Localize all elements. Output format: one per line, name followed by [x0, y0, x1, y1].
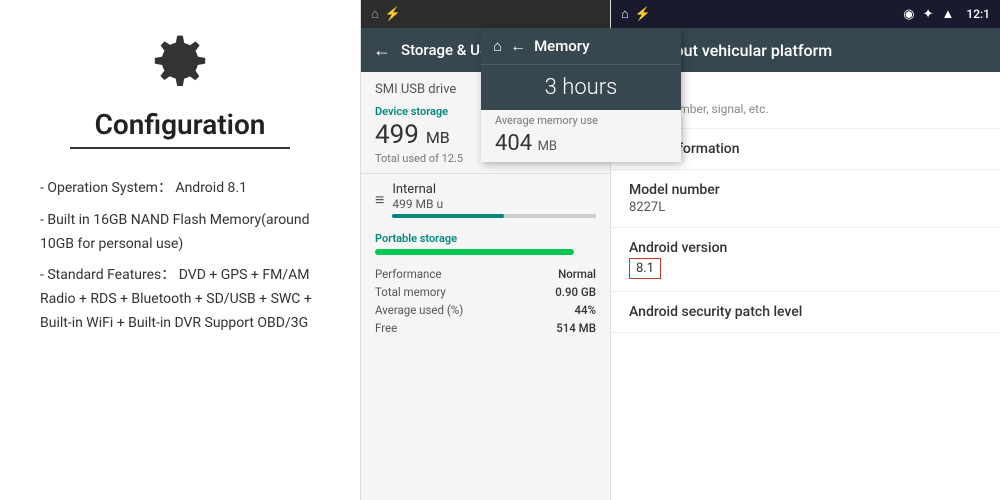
config-icon-area: Configuration	[40, 30, 320, 167]
portable-bar	[375, 249, 574, 255]
portable-label: Portable storage	[375, 232, 596, 245]
android-version-value: 8.1	[629, 258, 661, 279]
progress-bar-wrap	[392, 214, 596, 218]
about-model-value: 8227L	[629, 200, 982, 215]
about-title: About vehicular platform	[655, 41, 832, 60]
right-header-icons: ◉ ✦ ▲	[903, 6, 954, 22]
about-status-subtitle: Phone number, signal, etc.	[629, 102, 982, 116]
memory-title: Memory	[534, 37, 590, 55]
stats-table: Performance Normal Total memory 0.90 GB …	[361, 259, 610, 343]
about-android-version-title: Android version	[629, 240, 982, 256]
status-time: 12:1	[966, 7, 990, 21]
config-divider	[70, 147, 290, 149]
stat-row-2: Average used (%) 44%	[375, 301, 596, 319]
internal-name: Internal	[392, 182, 596, 197]
internal-size: 499 MB u	[392, 197, 596, 211]
memory-avg-number: 404	[495, 131, 532, 156]
spec-item-2: - Standard Features： DVD + GPS + FM/AM R…	[40, 264, 320, 335]
about-item-android-version[interactable]: Android version 8.1	[611, 228, 1000, 292]
statusbar-left-icons: ⌂ ⚡	[621, 6, 897, 22]
memory-back-arrow[interactable]: ←	[510, 36, 526, 56]
storage-unit: MB	[426, 128, 450, 147]
statusbar-mid: ⌂ ⚡	[361, 0, 610, 28]
stat-row-1: Total memory 0.90 GB	[375, 283, 596, 301]
memory-avg-value: 404 MB	[481, 129, 681, 162]
stat-row-0: Performance Normal	[375, 265, 596, 283]
memory-header: ⌂ ← Memory	[481, 28, 681, 65]
storage-back-arrow[interactable]: ←	[373, 40, 391, 61]
about-legal-title: Legal information	[629, 141, 982, 157]
stat-value-2: 44%	[574, 303, 596, 317]
about-status-title: Status	[629, 84, 982, 100]
gear-icon	[145, 30, 215, 100]
config-list: - Operation System： Android 8.1 - Built …	[40, 177, 320, 344]
portable-section: Portable storage	[361, 226, 610, 259]
storage-mb: 499	[375, 120, 419, 150]
stat-label-0: Performance	[375, 267, 442, 281]
location-icon: ◉	[903, 7, 914, 22]
stat-value-0: Normal	[558, 267, 596, 281]
internal-details: Internal 499 MB u	[392, 182, 596, 218]
storage-list-icon: ≡	[375, 190, 384, 210]
usb-status-icon: ⚡	[635, 7, 651, 22]
stat-label-3: Free	[375, 321, 397, 335]
home-icon: ⌂	[371, 6, 379, 22]
about-security-title: Android security patch level	[629, 304, 982, 320]
memory-overlay-panel: ⌂ ← Memory 3 hours Average memory use 40…	[481, 28, 681, 162]
about-item-security[interactable]: Android security patch level	[611, 292, 1000, 333]
home-status-icon: ⌂	[621, 6, 629, 22]
bluetooth-icon: ✦	[923, 7, 934, 22]
usb-icon: ⚡	[385, 7, 401, 22]
home-outline-icon: ⌂	[493, 37, 502, 55]
stat-value-1: 0.90 GB	[555, 285, 596, 299]
memory-avg-unit: MB	[538, 139, 557, 154]
internal-row: ≡ Internal 499 MB u	[361, 173, 610, 226]
config-title: Configuration	[95, 108, 266, 141]
about-item-model[interactable]: Model number 8227L	[611, 170, 1000, 228]
about-model-title: Model number	[629, 182, 982, 198]
stat-label-1: Total memory	[375, 285, 446, 299]
spec-item-1: - Built in 16GB NAND Flash Memory(around…	[40, 209, 320, 257]
memory-avg-label: Average memory use	[481, 110, 681, 129]
storage-usb-panel: ⌂ ⚡ ← Storage & USB SMI USB drive Device…	[360, 0, 610, 500]
progress-bar-fill	[392, 214, 504, 218]
signal-icon: ▲	[942, 6, 955, 22]
stat-label-2: Average used (%)	[375, 303, 463, 317]
statusbar-right: ⌂ ⚡ ◉ ✦ ▲ 12:1	[611, 0, 1000, 28]
left-panel: Configuration - Operation System： Androi…	[0, 0, 360, 500]
stat-value-3: 514 MB	[556, 321, 596, 335]
stat-row-3: Free 514 MB	[375, 319, 596, 337]
memory-hours: 3 hours	[481, 65, 681, 110]
spec-item-0: - Operation System： Android 8.1	[40, 177, 320, 201]
